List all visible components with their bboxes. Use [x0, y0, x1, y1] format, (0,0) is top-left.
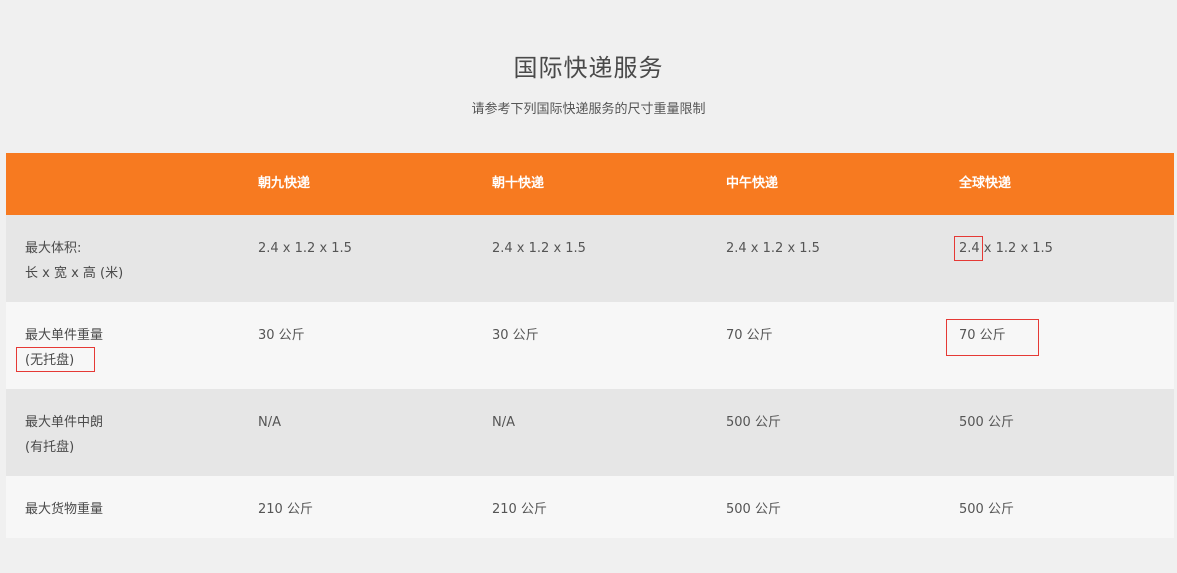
table-cell: 500 公斤 — [726, 415, 781, 430]
row-label: 最大货物重量 — [25, 497, 103, 522]
row-label-line: 最大货物重量 — [25, 502, 104, 517]
row-label-line: 最大体积: — [25, 241, 82, 256]
table-cell: 210 公斤 — [492, 502, 547, 517]
table-row-max-volume: 最大体积: 长 x 宽 x 高 (米) 2.4 x 1.2 x 1.5 2.4 … — [6, 215, 1174, 302]
table-header: 朝九快递 朝十快递 中午快递 全球快递 — [6, 153, 1174, 215]
row-label-subline: (无托盘) — [25, 353, 75, 368]
table-cell: 500 公斤 — [959, 502, 1014, 517]
column-header-global: 全球快递 — [959, 176, 1012, 191]
page-title: 国际快递服务 — [513, 54, 664, 82]
table-cell: 500 公斤 — [726, 502, 781, 517]
row-label-line: 最大单件重量 — [25, 328, 104, 343]
row-label: 最大单件中朗 (有托盘) — [25, 410, 103, 460]
table-cell: 2.4 x 1.2 x 1.5 — [258, 241, 352, 256]
table-cell: 30 公斤 — [258, 328, 305, 343]
table-cell: N/A — [492, 415, 515, 430]
shipping-spec-table: 朝九快递 朝十快递 中午快递 全球快递 最大体积: 长 x 宽 x 高 (米) … — [6, 153, 1174, 538]
table-row-max-piece-weight-pallet: 最大单件中朗 (有托盘) N/A N/A 500 公斤 500 公斤 — [6, 389, 1174, 476]
row-label-subline: (有托盘) — [25, 440, 75, 455]
table-cell: 2.4 x 1.2 x 1.5 — [959, 241, 1053, 256]
table-cell: 2.4 x 1.2 x 1.5 — [726, 241, 820, 256]
table-row-max-shipment-weight: 最大货物重量 210 公斤 210 公斤 500 公斤 500 公斤 — [6, 476, 1174, 538]
row-label: 最大体积: 长 x 宽 x 高 (米) — [25, 236, 123, 286]
table-cell: N/A — [258, 415, 281, 430]
column-header-10am: 朝十快递 — [492, 176, 545, 191]
column-header-9am: 朝九快递 — [258, 176, 311, 191]
row-label: 最大单件重量 (无托盘) — [25, 323, 103, 373]
table-row-max-piece-weight: 最大单件重量 (无托盘) 30 公斤 30 公斤 70 公斤 70 公斤 — [6, 302, 1174, 389]
row-label-subline: 长 x 宽 x 高 (米) — [25, 266, 124, 281]
table-cell: 70 公斤 — [726, 328, 773, 343]
table-cell: 500 公斤 — [959, 415, 1014, 430]
table-cell: 70 公斤 — [959, 328, 1006, 343]
table-cell: 30 公斤 — [492, 328, 539, 343]
row-label-line: 最大单件中朗 — [25, 415, 104, 430]
column-header-noon: 中午快递 — [726, 176, 779, 191]
table-cell: 2.4 x 1.2 x 1.5 — [492, 241, 586, 256]
page-subtitle: 请参考下列国际快递服务的尺寸重量限制 — [471, 102, 706, 117]
table-cell: 210 公斤 — [258, 502, 313, 517]
